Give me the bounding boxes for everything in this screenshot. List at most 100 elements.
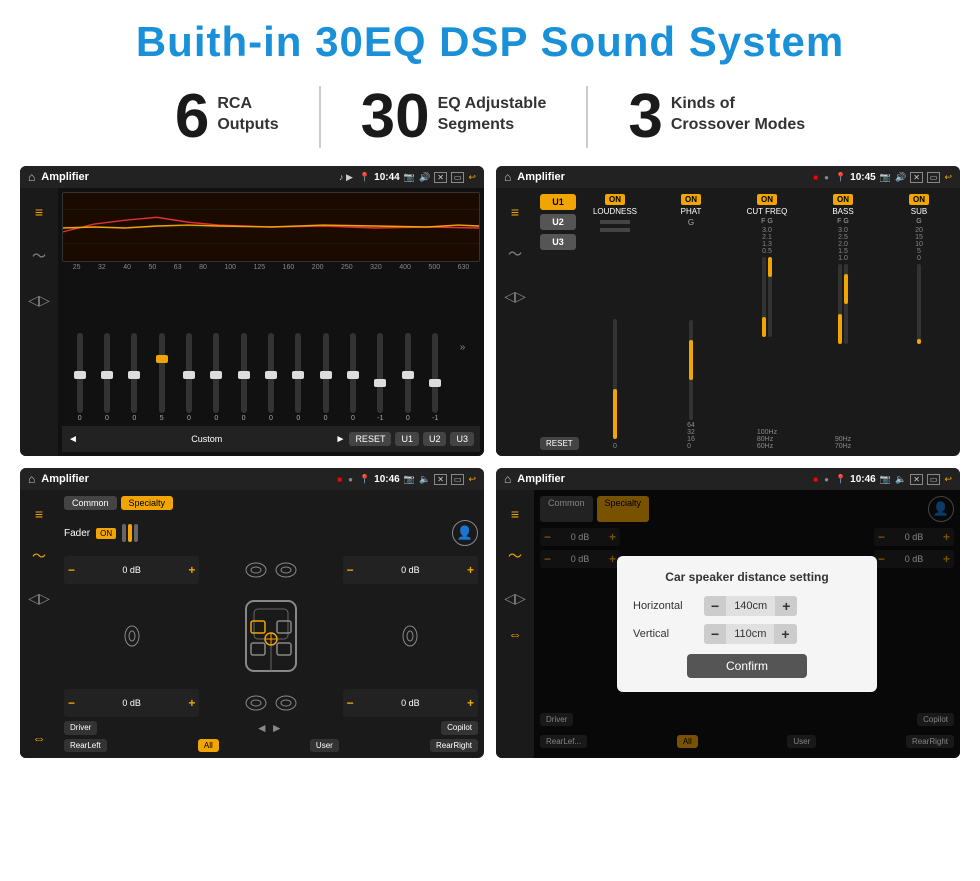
eq-wave-icon[interactable]: 〜 (25, 242, 53, 270)
reset-button-1[interactable]: RESET (349, 432, 391, 446)
preset-u3[interactable]: U3 (540, 234, 576, 250)
eq-handle-3[interactable] (128, 371, 140, 379)
prev-arrow[interactable]: ◄ (68, 434, 78, 445)
eq-track-13[interactable] (405, 333, 411, 413)
vertical-plus[interactable]: + (774, 624, 796, 644)
fader-slide-2[interactable] (128, 524, 132, 542)
eq-handle-11[interactable] (347, 371, 359, 379)
eq-handle-9[interactable] (292, 371, 304, 379)
home-icon-1[interactable]: ⌂ (28, 170, 35, 184)
copilot-button-3[interactable]: Copilot (441, 721, 478, 735)
preset-u1[interactable]: U1 (540, 194, 576, 210)
eq-track-8[interactable] (268, 333, 274, 413)
eq-track-14[interactable] (432, 333, 438, 413)
sub-track1[interactable] (917, 264, 921, 344)
rearleft-button-3[interactable]: RearLeft (64, 739, 107, 752)
eq-track-11[interactable] (350, 333, 356, 413)
speaker-sliders-icon[interactable]: ≡ (25, 500, 53, 528)
dialog-vol-icon[interactable]: ◁▷ (501, 584, 529, 612)
eq-handle-13[interactable] (402, 371, 414, 379)
eq-handle-4[interactable] (156, 355, 168, 363)
vertical-minus[interactable]: − (704, 624, 726, 644)
vol-bl-plus[interactable]: + (188, 696, 195, 710)
preset-u2[interactable]: U2 (540, 214, 576, 230)
phat-track1[interactable] (689, 320, 693, 420)
vol-bl-minus[interactable]: − (68, 696, 75, 710)
vol-tr-minus[interactable]: − (347, 563, 354, 577)
mixer-vol-icon[interactable]: ◁▷ (501, 282, 529, 310)
tab-common-3[interactable]: Common (64, 496, 117, 510)
left-arrow-3[interactable]: ◄ (256, 721, 268, 735)
vol-tl-plus[interactable]: + (188, 563, 195, 577)
dialog-wave-icon[interactable]: 〜 (501, 542, 529, 570)
cutfreq-track2[interactable] (768, 257, 772, 337)
speaker-wave-icon[interactable]: 〜 (25, 542, 53, 570)
speaker-arrows-icon[interactable]: ⇔ (32, 730, 46, 748)
on-badge-phat[interactable]: ON (681, 194, 701, 205)
x-icon-2[interactable]: ✕ (910, 172, 923, 183)
vol-br-plus[interactable]: + (467, 696, 474, 710)
eq-track-1[interactable] (77, 333, 83, 413)
eq-handle-6[interactable] (210, 371, 222, 379)
loudness-slider[interactable] (600, 220, 630, 224)
eq-handle-7[interactable] (238, 371, 250, 379)
fader-slide-1[interactable] (122, 524, 126, 542)
eq-track-3[interactable] (131, 333, 137, 413)
fader-on-badge[interactable]: ON (96, 528, 116, 539)
confirm-button[interactable]: Confirm (687, 654, 807, 678)
eq-track-2[interactable] (104, 333, 110, 413)
vol-tr-plus[interactable]: + (467, 563, 474, 577)
dialog-arrows-icon[interactable]: ⇔ (508, 626, 522, 654)
on-badge-sub[interactable]: ON (909, 194, 929, 205)
home-icon-4[interactable]: ⌂ (504, 472, 511, 486)
horizontal-minus[interactable]: − (704, 596, 726, 616)
eq-handle-10[interactable] (320, 371, 332, 379)
eq-handle-2[interactable] (101, 371, 113, 379)
u2-button-1[interactable]: U2 (423, 432, 447, 446)
expand-icon[interactable]: » (460, 342, 466, 353)
bass-track1[interactable] (838, 264, 842, 344)
eq-handle-12[interactable] (374, 379, 386, 387)
eq-handle-14[interactable] (429, 379, 441, 387)
eq-track-12[interactable] (377, 333, 383, 413)
driver-button-3[interactable]: Driver (64, 721, 97, 735)
user-button-3[interactable]: User (310, 739, 339, 752)
back-icon-3[interactable]: ↩ (468, 474, 476, 485)
eq-handle-1[interactable] (74, 371, 86, 379)
x-icon-4[interactable]: ✕ (910, 474, 923, 485)
eq-handle-5[interactable] (183, 371, 195, 379)
loudness-slider2[interactable] (600, 228, 630, 232)
fader-slide-3[interactable] (134, 524, 138, 542)
cutfreq-track1[interactable] (762, 257, 766, 337)
home-icon-2[interactable]: ⌂ (504, 170, 511, 184)
back-icon-2[interactable]: ↩ (944, 172, 952, 183)
back-icon-1[interactable]: ↩ (468, 172, 476, 183)
eq-track-5[interactable] (186, 333, 192, 413)
vol-br-minus[interactable]: − (347, 696, 354, 710)
eq-track-6[interactable] (213, 333, 219, 413)
eq-track-10[interactable] (323, 333, 329, 413)
x-icon-3[interactable]: ✕ (434, 474, 447, 485)
eq-track-7[interactable] (241, 333, 247, 413)
on-badge-cutfreq[interactable]: ON (757, 194, 777, 205)
next-arrow[interactable]: ► (336, 434, 346, 445)
tab-specialty-3[interactable]: Specialty (121, 496, 174, 510)
right-arrow-3[interactable]: ► (271, 721, 283, 735)
eq-track-9[interactable] (295, 333, 301, 413)
eq-sliders-icon[interactable]: ≡ (25, 198, 53, 226)
bass-track2[interactable] (844, 264, 848, 344)
speaker-vol-icon[interactable]: ◁▷ (25, 584, 53, 612)
horizontal-plus[interactable]: + (775, 596, 797, 616)
back-icon-4[interactable]: ↩ (944, 474, 952, 485)
mixer-wave-icon[interactable]: 〜 (501, 240, 529, 268)
eq-volume-icon[interactable]: ◁▷ (25, 286, 53, 314)
vol-tl-minus[interactable]: − (68, 563, 75, 577)
on-badge-loudness[interactable]: ON (605, 194, 625, 205)
all-button-3[interactable]: All (198, 739, 219, 752)
reset-button-2[interactable]: RESET (540, 437, 579, 450)
u1-button-1[interactable]: U1 (395, 432, 419, 446)
eq-handle-8[interactable] (265, 371, 277, 379)
on-badge-bass[interactable]: ON (833, 194, 853, 205)
u3-button-1[interactable]: U3 (450, 432, 474, 446)
loudness-track[interactable] (613, 319, 617, 439)
